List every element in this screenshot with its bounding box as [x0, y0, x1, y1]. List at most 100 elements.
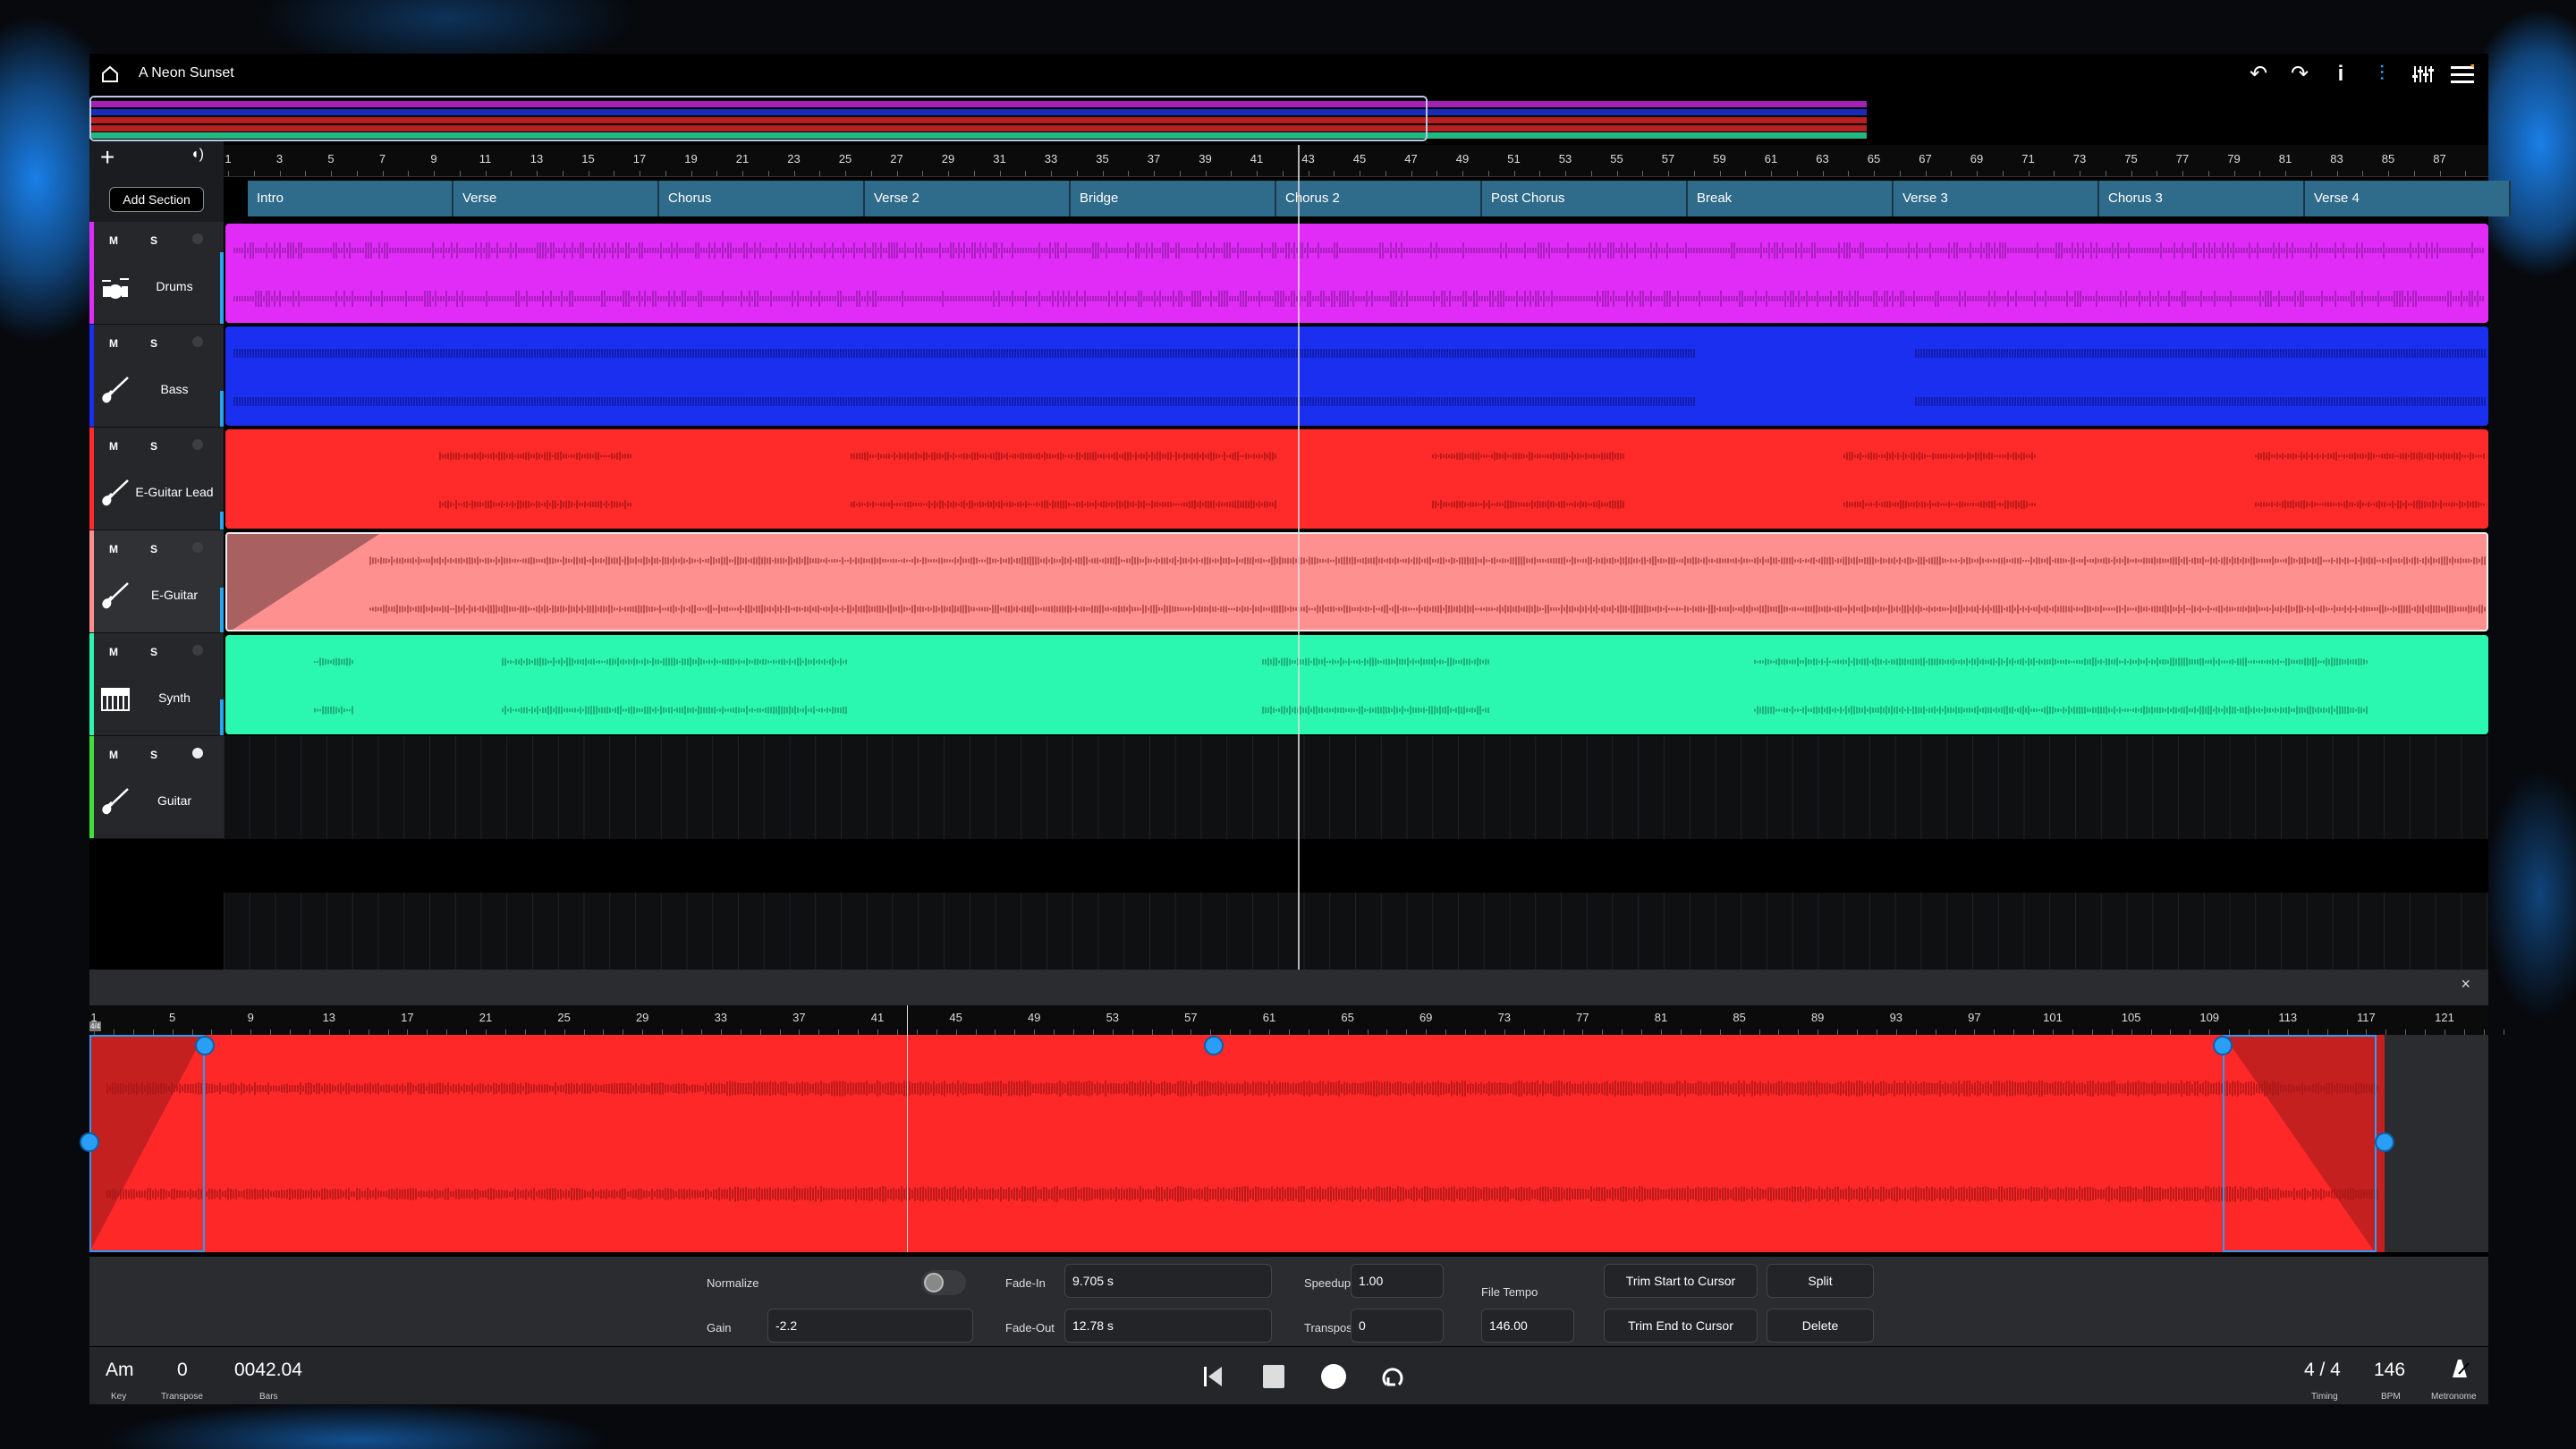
section-break[interactable]: Break — [1688, 181, 1894, 216]
playhead[interactable] — [1298, 145, 1300, 1015]
bars-value[interactable]: 0042.04 — [234, 1360, 302, 1381]
track-lane-synth[interactable] — [224, 633, 2488, 736]
fade-out-input[interactable]: 12.78 s — [1064, 1309, 1272, 1343]
home-icon[interactable] — [100, 64, 120, 84]
section-intro[interactable]: Intro — [248, 181, 453, 216]
mute-button[interactable]: M — [109, 234, 118, 247]
record-arm-button[interactable] — [192, 542, 203, 553]
track-name[interactable]: Bass — [130, 382, 219, 396]
editor-ruler[interactable]: 4/4 159131721252933374145495357616569737… — [89, 1005, 2488, 1035]
editor-ruler-label: 105 — [2122, 1011, 2141, 1024]
solo-button[interactable]: S — [150, 234, 157, 247]
fade-in-handle[interactable] — [195, 1036, 215, 1055]
audio-clip[interactable] — [225, 326, 2488, 426]
track-name[interactable]: E-Guitar — [130, 588, 219, 602]
track-lane-bass[interactable] — [224, 325, 2488, 428]
split-button[interactable]: Split — [1767, 1264, 1874, 1298]
section-bridge[interactable]: Bridge — [1071, 181, 1276, 216]
track-lane-e-guitar-lead[interactable] — [224, 428, 2488, 530]
track-lane-e-guitar[interactable] — [224, 530, 2488, 633]
audio-clip[interactable] — [225, 429, 2488, 529]
mute-button[interactable]: M — [109, 337, 118, 350]
audio-clip[interactable] — [225, 635, 2488, 734]
record-arm-button[interactable] — [192, 439, 203, 450]
section-verse-3[interactable]: Verse 3 — [1894, 181, 2099, 216]
loop-icon[interactable] — [1379, 1365, 1406, 1394]
file-tempo-input[interactable]: 146.00 — [1481, 1309, 1574, 1343]
key-value[interactable]: Am — [106, 1360, 134, 1381]
editor-ruler-label: 21 — [479, 1011, 492, 1024]
speedup-input[interactable]: 1.00 — [1351, 1264, 1444, 1298]
track-name[interactable]: Drums — [130, 279, 219, 293]
section-verse-4[interactable]: Verse 4 — [2305, 181, 2511, 216]
section-post-chorus[interactable]: Post Chorus — [1482, 181, 1688, 216]
clip-end-handle[interactable] — [2375, 1132, 2394, 1152]
add-track-icon[interactable]: + — [100, 143, 114, 172]
track-header-synth[interactable]: M S Synth — [89, 633, 224, 736]
section-chorus-2[interactable]: Chorus 2 — [1276, 181, 1482, 216]
undo-icon[interactable]: ↶ — [2245, 61, 2272, 88]
track-header-guitar[interactable]: M S Guitar — [89, 736, 224, 839]
stop-icon[interactable] — [1263, 1365, 1284, 1388]
overview-viewport[interactable] — [89, 96, 1428, 141]
close-editor-icon[interactable]: × — [2461, 975, 2470, 994]
solo-button[interactable]: S — [150, 337, 157, 350]
timeline-ruler[interactable]: 1357911131517192123252729313335373941434… — [224, 145, 2488, 177]
gain-input[interactable]: -2.2 — [767, 1309, 973, 1343]
fade-out-handle[interactable] — [2213, 1036, 2233, 1055]
solo-button[interactable]: S — [150, 440, 157, 453]
record-arm-button[interactable] — [192, 336, 203, 347]
editor-ruler-label: 101 — [2043, 1011, 2063, 1024]
clip-waveform[interactable] — [89, 1035, 2385, 1252]
track-lane-guitar[interactable] — [224, 736, 2488, 839]
speaker-icon[interactable]: ◖) — [191, 147, 204, 163]
redo-icon[interactable]: ↷ — [2286, 61, 2313, 88]
track-header-e-guitar-lead[interactable]: M S E-Guitar Lead — [89, 428, 224, 530]
record-arm-button[interactable] — [192, 748, 203, 758]
track-name[interactable]: E-Guitar Lead — [130, 485, 219, 499]
section-chorus-3[interactable]: Chorus 3 — [2099, 181, 2305, 216]
ruler-tick — [486, 171, 487, 176]
normalize-toggle[interactable] — [921, 1270, 966, 1295]
transpose-value[interactable]: 0 — [177, 1360, 188, 1381]
gain-handle[interactable] — [1204, 1036, 1224, 1055]
add-section-button[interactable]: Add Section — [109, 187, 204, 212]
rewind-icon[interactable] — [1204, 1365, 1224, 1393]
track-name[interactable]: Synth — [130, 691, 219, 705]
record-arm-button[interactable] — [192, 233, 203, 244]
trim-end-button[interactable]: Trim End to Cursor — [1604, 1309, 1758, 1343]
clip-start-handle[interactable] — [80, 1132, 99, 1152]
info-icon[interactable]: i — [2327, 61, 2354, 88]
bpm-value[interactable]: 146 — [2374, 1360, 2405, 1381]
timing-value[interactable]: 4 / 4 — [2304, 1360, 2341, 1381]
record-icon[interactable] — [1321, 1364, 1346, 1389]
audio-clip[interactable] — [225, 532, 2488, 631]
mixer-icon[interactable] — [2411, 64, 2435, 89]
solo-button[interactable]: S — [150, 543, 157, 555]
menu-icon[interactable] — [2451, 64, 2474, 89]
record-arm-button[interactable] — [192, 645, 203, 656]
track-header-bass[interactable]: M S Bass — [89, 325, 224, 428]
solo-button[interactable]: S — [150, 749, 157, 761]
ruler-tick — [2425, 1030, 2426, 1035]
section-verse[interactable]: Verse — [453, 181, 659, 216]
mute-button[interactable]: M — [109, 749, 118, 761]
solo-button[interactable]: S — [150, 646, 157, 658]
waveform-icon[interactable]: ⫶ — [2368, 61, 2395, 88]
ruler-tick — [254, 171, 255, 176]
metronome-icon[interactable] — [2447, 1358, 2470, 1384]
transpose-input[interactable]: 0 — [1351, 1309, 1444, 1343]
mute-button[interactable]: M — [109, 646, 118, 658]
mute-button[interactable]: M — [109, 543, 118, 555]
track-header-drums[interactable]: M S Drums — [89, 222, 224, 325]
track-lane-drums[interactable] — [224, 222, 2488, 325]
audio-clip[interactable] — [225, 224, 2488, 323]
delete-button[interactable]: Delete — [1767, 1309, 1874, 1343]
section-chorus[interactable]: Chorus — [659, 181, 865, 216]
track-name[interactable]: Guitar — [130, 793, 219, 808]
mute-button[interactable]: M — [109, 440, 118, 453]
track-header-e-guitar[interactable]: M S E-Guitar — [89, 530, 224, 633]
trim-start-button[interactable]: Trim Start to Cursor — [1604, 1264, 1758, 1298]
section-verse-2[interactable]: Verse 2 — [865, 181, 1071, 216]
fade-in-input[interactable]: 9.705 s — [1064, 1264, 1272, 1298]
